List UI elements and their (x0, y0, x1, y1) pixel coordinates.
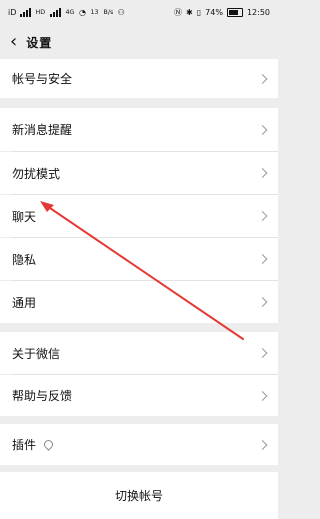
status-right: Ⓝ ✱ ▯ 74% 12:50 (174, 7, 270, 18)
menu-item-help-feedback[interactable]: 帮助与反馈 (0, 375, 278, 416)
chevron-right-icon (257, 211, 268, 221)
chevron-right-icon (257, 439, 268, 450)
page-title: 设置 (26, 35, 53, 50)
chevron-right-icon (257, 348, 268, 358)
switch-account-label: 切换帐号 (114, 489, 163, 503)
status-time: 12:50 (246, 7, 270, 17)
status-bar: iD HD 4G ◔ 13 B/s ⚇ Ⓝ ✱ ▯ 74% 12:50 (0, 0, 278, 24)
menu-label-do-not-disturb: 勿扰模式 (12, 166, 61, 181)
back-icon[interactable]: ‹ (10, 33, 17, 51)
net-speed-bottom: B/s (103, 7, 114, 16)
network-type-2: 4G (65, 7, 75, 16)
battery-icon (226, 7, 243, 17)
menu-label-help-feedback: 帮助与反馈 (12, 389, 73, 403)
menu-item-about-wechat[interactable]: 关于微信 (0, 332, 278, 374)
menu-label-plugins: 插件 (12, 438, 37, 452)
chevron-right-icon (257, 254, 268, 264)
chevron-right-icon (257, 390, 268, 401)
menu-label-about-wechat: 关于微信 (12, 346, 61, 361)
menu-label-general: 通用 (12, 295, 37, 310)
app-status-icon: ⚇ (117, 7, 125, 17)
menu-label-account-security: 帐号与安全 (12, 72, 73, 86)
wifi-icon: ◔ (78, 7, 86, 17)
menu-item-privacy[interactable]: 隐私 (0, 238, 278, 280)
chevron-right-icon (257, 124, 268, 135)
net-speed-top: 13 (90, 7, 99, 16)
menu-item-do-not-disturb[interactable]: 勿扰模式 (0, 152, 278, 194)
network-type-1: HD (35, 7, 46, 16)
signal-icon-2 (50, 7, 62, 17)
menu-item-account-security[interactable]: 帐号与安全 (0, 59, 278, 98)
chevron-right-icon (257, 73, 268, 84)
carrier-left: iD (8, 7, 17, 17)
menu-label-privacy: 隐私 (12, 252, 37, 267)
menu-item-plugins[interactable]: 插件 (0, 424, 278, 465)
signal-icon (20, 7, 32, 17)
battery-percent: 74% (205, 7, 223, 17)
chevron-right-icon (257, 297, 268, 307)
switch-account-button[interactable]: 切换帐号 (0, 472, 278, 519)
nfc-icon: Ⓝ (174, 7, 183, 17)
vibrate-icon: ▯ (196, 7, 202, 17)
chevron-right-icon (257, 168, 268, 178)
menu-item-chat[interactable]: 聊天 (0, 195, 278, 237)
menu-item-new-message-alert[interactable]: 新消息提醒 (0, 108, 278, 151)
menu-item-general[interactable]: 通用 (0, 281, 278, 323)
menu-label-chat: 聊天 (12, 209, 37, 224)
settings-header: ‹ 设置 (0, 24, 278, 60)
menu-label-new-message-alert: 新消息提醒 (12, 123, 73, 137)
status-left: iD HD 4G ◔ 13 B/s ⚇ (8, 7, 125, 17)
plugin-icon (42, 438, 55, 451)
bluetooth-icon: ✱ (186, 7, 193, 17)
